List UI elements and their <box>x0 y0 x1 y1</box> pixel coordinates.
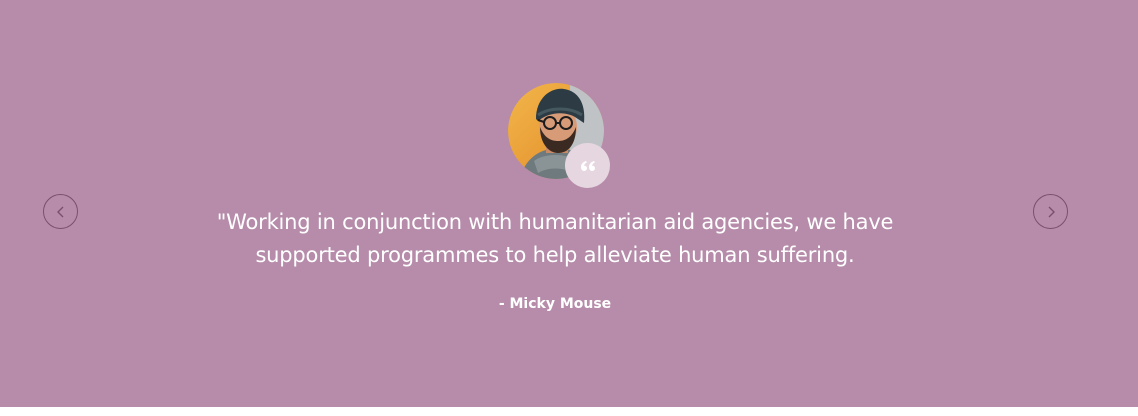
quote-icon <box>580 160 595 171</box>
chevron-left-icon <box>56 206 63 217</box>
chevron-right-icon <box>1048 206 1055 217</box>
testimonial-author: - Micky Mouse <box>498 296 612 312</box>
previous-button[interactable] <box>43 194 78 229</box>
avatar-container <box>508 83 610 188</box>
testimonial-section: "Working in conjunction with humanitaria… <box>0 0 1138 407</box>
quote-badge <box>565 143 610 188</box>
testimonial-quote: "Working in conjunction with humanitaria… <box>216 210 894 267</box>
next-button[interactable] <box>1033 194 1068 229</box>
